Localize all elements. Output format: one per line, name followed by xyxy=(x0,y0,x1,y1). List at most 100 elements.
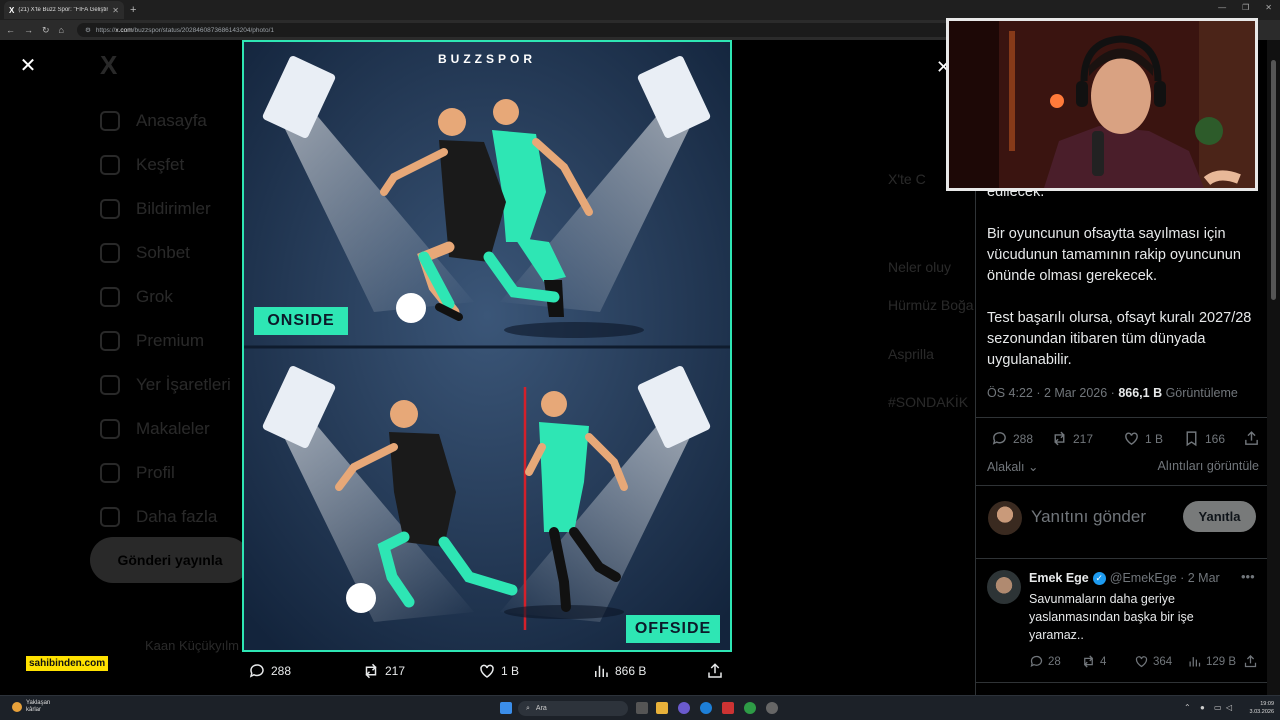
tweet-text-para1: Bir oyuncunun ofsaytta sayılması için vü… xyxy=(987,226,1241,284)
nav-label: Premium xyxy=(136,331,205,350)
comment-handle[interactable]: @EmekEge · 2 Mar xyxy=(1110,571,1220,585)
clock-date: 3.03.2026 xyxy=(1249,709,1274,715)
repost-count: 217 xyxy=(1073,431,1094,446)
new-tab-icon[interactable]: + xyxy=(130,4,136,16)
repost-button[interactable]: 217 xyxy=(1051,430,1093,447)
comment-views-button[interactable]: 129 B xyxy=(1187,654,1236,669)
user-avatar[interactable] xyxy=(988,501,1022,535)
viewer-views-count: 866 B xyxy=(615,664,647,678)
viewer-reply-button[interactable]: 288 xyxy=(248,662,291,680)
profile-icon xyxy=(100,463,120,483)
nav-label: Grok xyxy=(136,287,173,306)
nav-label: Makaleler xyxy=(136,419,210,438)
comment-repost-count: 4 xyxy=(1100,655,1107,668)
comment-share-button[interactable] xyxy=(1243,654,1258,669)
heart-icon xyxy=(480,664,494,678)
taskbar-search[interactable]: ⌕ Ara xyxy=(518,701,628,716)
repost-icon xyxy=(365,663,377,679)
comment-text: Savunmaların daha geriye yaslanmasından … xyxy=(1029,592,1194,642)
start-menu-icon[interactable] xyxy=(500,702,512,714)
viewer-share-button[interactable] xyxy=(706,662,724,680)
forward-icon[interactable]: → xyxy=(24,25,33,35)
site-info-icon[interactable]: ⚙ xyxy=(85,26,91,34)
reply-button[interactable]: 288 xyxy=(991,430,1033,447)
chevron-down-icon: ⌄ xyxy=(1028,460,1039,474)
minimize-icon[interactable]: — xyxy=(1218,3,1226,12)
taskbar-search-label: Ara xyxy=(535,705,547,712)
viewer-like-button[interactable]: 1 B xyxy=(478,662,519,680)
reply-input[interactable]: Yanıtını gönder xyxy=(1031,507,1146,527)
maximize-icon[interactable]: ❐ xyxy=(1242,3,1249,12)
search-icon: ⌕ xyxy=(526,704,530,712)
weather-widget[interactable]: Yaklaşan kârlar xyxy=(12,700,50,714)
ball-bottom xyxy=(346,583,376,613)
search-icon xyxy=(100,155,120,175)
file-explorer-icon[interactable] xyxy=(656,702,668,714)
offside-label: OFFSIDE xyxy=(626,615,720,643)
comment-author[interactable]: Emek Ege xyxy=(1029,571,1089,585)
browser-tab-bar: X (21) X'te Buzz Spor: "FIFA Geliştirm..… xyxy=(0,0,1280,20)
chrome-icon[interactable] xyxy=(744,702,756,714)
viewer-views-button[interactable]: 866 B xyxy=(592,662,646,680)
viewer-reply-count: 288 xyxy=(271,664,292,678)
tray-volume-icon[interactable]: ◁ xyxy=(1226,703,1232,712)
nav-item: Sohbet xyxy=(100,231,231,275)
tweet-views-label: Görüntüleme xyxy=(1162,386,1238,400)
bg-line: Hürmüz Boğa xyxy=(888,297,974,314)
home-icon[interactable]: ⌂ xyxy=(59,25,64,35)
comment-like-button[interactable]: 364 xyxy=(1134,654,1172,669)
share-button[interactable] xyxy=(1243,430,1260,447)
grok-icon xyxy=(100,287,120,307)
bg-user: Kaan Küçükyılm xyxy=(145,638,239,653)
url-bar[interactable]: ⚙ https://x.com/buzzspor/status/20284608… xyxy=(76,23,957,37)
comment-avatar[interactable] xyxy=(987,570,1021,604)
divider xyxy=(976,682,1268,683)
bookmark-button[interactable]: 166 xyxy=(1183,430,1225,447)
tray-network-icon[interactable]: ▭ xyxy=(1214,703,1222,712)
nav-item: Bildirimler xyxy=(100,187,231,231)
window-close-icon[interactable]: ✕ xyxy=(1265,3,1272,12)
share-icon xyxy=(1244,654,1257,668)
obs-icon[interactable] xyxy=(766,702,778,714)
view-quotes-link[interactable]: Alıntıları görüntüle xyxy=(1158,459,1259,473)
bookmark-icon xyxy=(100,375,120,395)
back-icon[interactable]: ← xyxy=(6,25,15,35)
sort-dropdown[interactable]: Alakalı ⌄ xyxy=(987,459,1039,474)
viewer-like-count: 1 B xyxy=(501,664,520,678)
tray-chevron-icon[interactable]: ⌃ xyxy=(1184,703,1191,712)
tweet-time[interactable]: ÖS 4:22 · 2 Mar 2026 · xyxy=(987,386,1118,400)
reload-icon[interactable]: ↻ xyxy=(42,25,50,36)
scrollbar[interactable] xyxy=(1267,40,1280,695)
comment-stats: 28 4 364 129 B xyxy=(1029,654,1259,672)
more-options-icon[interactable]: ••• xyxy=(1241,569,1255,584)
scrollbar-thumb[interactable] xyxy=(1271,60,1276,300)
onside-label: ONSIDE xyxy=(254,307,348,335)
viewer-repost-button[interactable]: 217 xyxy=(362,662,405,680)
task-view-icon[interactable] xyxy=(636,702,648,714)
home-icon xyxy=(100,111,120,131)
comment-reply-count: 28 xyxy=(1048,655,1061,668)
bell-icon xyxy=(100,199,120,219)
comment-reply-button[interactable]: 28 xyxy=(1029,654,1061,669)
tweet-photo[interactable]: BUZZSPOR ONSIDE OFFSIDE xyxy=(242,40,732,652)
share-icon xyxy=(1245,431,1258,445)
premium-icon xyxy=(100,331,120,351)
discord-icon[interactable] xyxy=(678,702,690,714)
edge-browser-icon[interactable] xyxy=(700,702,712,714)
tray-mic-icon[interactable]: ● xyxy=(1200,703,1205,712)
tab-close-icon[interactable]: ✕ xyxy=(112,6,119,15)
os-taskbar: Yaklaşan kârlar ⌕ Ara ⌃ ● ▭ ◁ 19:09 3.03.… xyxy=(0,695,1280,720)
app-icon[interactable] xyxy=(722,702,734,714)
webcam-overlay xyxy=(946,18,1258,191)
url-prefix: https:// xyxy=(95,26,116,34)
taskbar-clock[interactable]: 19:09 3.03.2026 xyxy=(1250,700,1274,716)
like-button[interactable]: 1 B xyxy=(1123,430,1163,447)
viewer-repost-count: 217 xyxy=(385,664,406,678)
close-viewer-icon[interactable]: ✕ xyxy=(18,56,38,76)
reply-submit-button[interactable]: Yanıtla xyxy=(1183,501,1256,532)
bg-line: Neler oluy xyxy=(888,259,952,276)
comment-repost-button[interactable]: 4 xyxy=(1081,654,1106,669)
nav-label: Daha fazla xyxy=(136,507,218,526)
divider xyxy=(976,558,1268,559)
browser-tab[interactable]: X (21) X'te Buzz Spor: "FIFA Geliştirm..… xyxy=(4,1,124,19)
